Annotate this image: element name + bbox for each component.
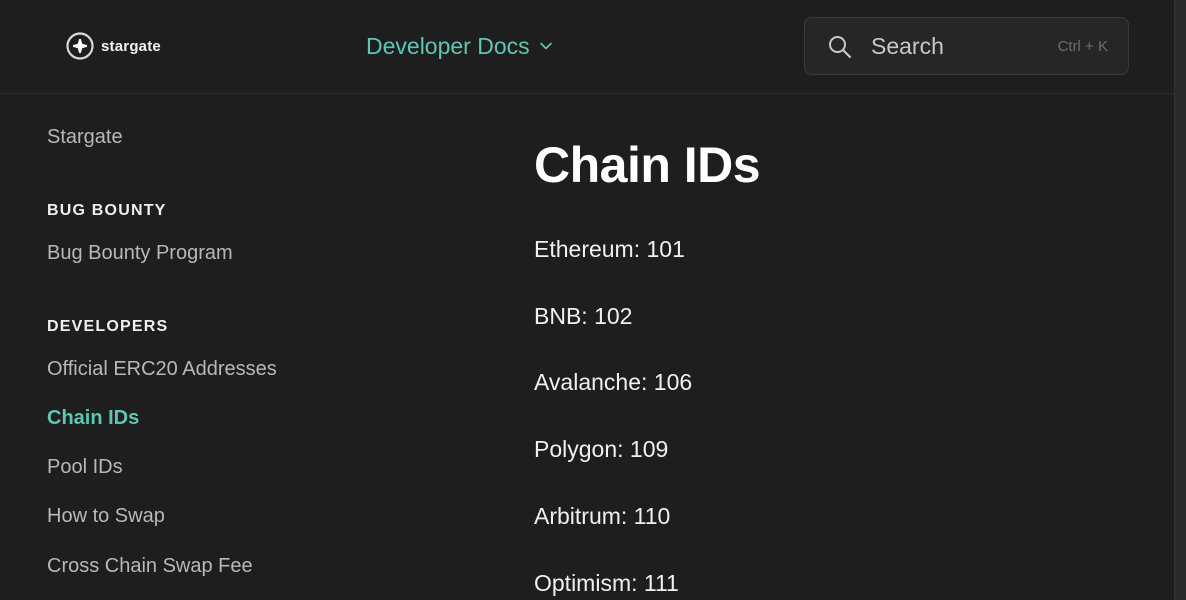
- sidebar-item-official-erc20-addresses[interactable]: Official ERC20 Addresses: [47, 358, 277, 381]
- page-scrollbar[interactable]: [1174, 0, 1186, 600]
- sidebar-item-bug-bounty-program[interactable]: Bug Bounty Program: [47, 242, 233, 265]
- search-button[interactable]: Search Ctrl + K: [804, 17, 1129, 75]
- sidebar-heading-developers: DEVELOPERS: [47, 318, 169, 335]
- docs-page: stargate Developer Docs Search Ctrl + K …: [0, 0, 1186, 600]
- sidebar-nav: Stargate BUG BOUNTY Bug Bounty Program D…: [47, 94, 447, 600]
- page-title: Chain IDs: [534, 137, 761, 193]
- chain-id-item: Avalanche: 106: [534, 369, 693, 395]
- main-content: Chain IDs Ethereum: 101 BNB: 102 Avalanc…: [534, 94, 1154, 600]
- search-shortcut: Ctrl + K: [1057, 38, 1108, 55]
- sidebar-item-cross-chain-swap-fee[interactable]: Cross Chain Swap Fee: [47, 555, 253, 578]
- search-icon: [829, 36, 852, 59]
- chain-id-item: BNB: 102: [534, 303, 633, 329]
- chain-id-item: Arbitrum: 110: [534, 503, 671, 529]
- chevron-down-icon: [539, 42, 552, 50]
- stargate-logo[interactable]: stargate: [66, 32, 161, 60]
- search-label: Search: [871, 33, 944, 59]
- sidebar-item-chain-ids[interactable]: Chain IDs: [47, 407, 139, 430]
- chain-id-item: Polygon: 109: [534, 436, 669, 462]
- sidebar-heading-bug-bounty: BUG BOUNTY: [47, 202, 167, 219]
- chain-id-item: Ethereum: 101: [534, 236, 685, 262]
- sidebar-item-how-to-swap[interactable]: How to Swap: [47, 505, 165, 528]
- sidebar-item-pool-ids[interactable]: Pool IDs: [47, 456, 123, 479]
- top-header: stargate Developer Docs Search Ctrl + K: [0, 0, 1174, 94]
- docs-switcher-label: Developer Docs: [366, 32, 530, 59]
- docs-switcher[interactable]: Developer Docs: [366, 30, 553, 62]
- chain-id-item: Optimism: 111: [534, 570, 679, 596]
- stargate-logo-icon: [66, 32, 94, 60]
- sidebar-item-stargate[interactable]: Stargate: [47, 126, 123, 149]
- logo-wordmark: stargate: [101, 37, 161, 55]
